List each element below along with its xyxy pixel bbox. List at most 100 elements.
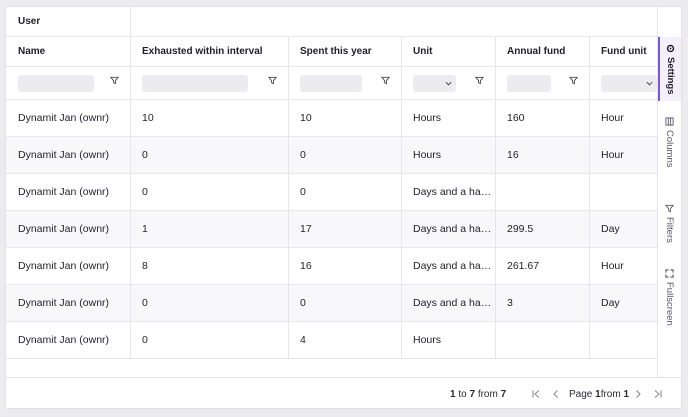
side-tab-columns-label: Columns — [664, 129, 675, 168]
cell-annual: 261.67 — [507, 260, 540, 272]
cell-annual — [495, 174, 589, 210]
cell-name: Dynamit Jan (ownr) — [18, 112, 110, 124]
filter-icon — [568, 76, 579, 85]
column-header-fund_unit[interactable]: Fund unit — [589, 37, 659, 66]
data-grid-panel: User Name Exhausted within interval Spent … — [5, 6, 682, 409]
column-header-unit[interactable]: Unit — [401, 37, 495, 66]
next-page-button[interactable] — [632, 388, 644, 400]
cell-exhausted: 10 — [142, 112, 154, 124]
column-header-spent[interactable]: Spent this year — [288, 37, 401, 66]
filter-input-name[interactable] — [18, 75, 94, 92]
table-row[interactable]: Dynamit Jan (ownr) 0 0 Days and a ha… — [6, 174, 659, 211]
cell-name: Dynamit Jan (ownr) — [18, 223, 110, 235]
cell-annual: 299.5 — [507, 223, 534, 235]
table-row[interactable]: Dynamit Jan (ownr) 8 16 Days and a ha… 261.6… — [6, 248, 659, 285]
filter-button-spent[interactable] — [380, 76, 391, 88]
cell-exhausted: 0 — [142, 334, 148, 346]
range-from: 1 — [450, 389, 456, 400]
range-to-word: to — [458, 389, 467, 400]
table-row[interactable]: Dynamit Jan (ownr) 10 10 Hours 160 Hour — [6, 100, 659, 137]
chevron-right-icon — [636, 390, 641, 398]
chevron-down-icon — [646, 81, 653, 86]
range-from-word: from — [477, 389, 498, 400]
filter-icon — [665, 204, 674, 212]
cell-name: Dynamit Jan (ownr) — [18, 186, 110, 198]
cell-spent: 17 — [300, 223, 312, 235]
cell-fund_unit: Hour — [601, 112, 624, 124]
cell-annual: 3 — [507, 297, 513, 309]
cell-fund_unit: Hour — [601, 149, 624, 161]
cell-name: Dynamit Jan (ownr) — [18, 297, 110, 309]
side-tab-settings[interactable]: Settings — [658, 37, 681, 101]
table-row[interactable]: Dynamit Jan (ownr) 1 17 Days and a ha… 299.5… — [6, 211, 659, 248]
cell-fund_unit — [589, 322, 659, 358]
page-indicator: Page 1from 1 — [569, 389, 629, 400]
cell-unit: Hours — [413, 149, 442, 161]
cell-annual: 16 — [507, 149, 519, 161]
filter-button-unit[interactable] — [474, 76, 485, 88]
filter-icon — [380, 76, 391, 85]
cell-unit: Days and a ha… — [413, 260, 492, 272]
column-header-annual[interactable]: Annual fund — [495, 37, 589, 66]
range-total: 7 — [500, 389, 507, 400]
filter-select-unit[interactable] — [413, 75, 456, 92]
row-range-summary: 1 to 7 from 7 — [450, 389, 506, 400]
cell-exhausted: 0 — [142, 149, 148, 161]
cell-exhausted: 8 — [142, 260, 148, 272]
cell-unit: Days and a ha… — [413, 297, 492, 309]
table-row[interactable]: Dynamit Jan (ownr) 0 0 Days and a ha… 3 Day — [6, 285, 659, 322]
cell-annual — [495, 322, 589, 358]
chevron-down-icon — [445, 81, 452, 86]
side-tab-fullscreen[interactable]: Fullscreen — [658, 262, 681, 332]
filter-input-spent[interactable] — [300, 75, 362, 92]
cell-unit: Days and a ha… — [413, 223, 492, 235]
chevron-left-icon — [553, 390, 558, 398]
cell-fund_unit: Day — [601, 297, 620, 309]
pagination-bar: 1 to 7 from 7 Page 1from 1 — [6, 377, 681, 408]
cell-fund_unit: Day — [601, 223, 620, 235]
column-header-exhausted[interactable]: Exhausted within interval — [130, 37, 288, 66]
side-tab-filters-label: Filters — [664, 216, 675, 243]
cell-name: Dynamit Jan (ownr) — [18, 260, 110, 272]
filter-select-fund_unit[interactable] — [601, 75, 657, 92]
cell-unit: Hours — [413, 334, 442, 346]
column-header-row: Name Exhausted within interval Spent this … — [6, 37, 659, 67]
columns-icon — [665, 117, 674, 126]
cell-spent: 4 — [300, 334, 306, 346]
filter-icon — [109, 76, 120, 85]
filter-input-annual[interactable] — [507, 75, 551, 92]
first-page-button[interactable] — [530, 388, 542, 400]
first-page-icon — [532, 390, 540, 398]
cell-spent: 16 — [300, 260, 312, 272]
cell-exhausted: 0 — [142, 297, 148, 309]
side-tab-fullscreen-label: Fullscreen — [664, 281, 675, 326]
cell-spent: 0 — [300, 297, 306, 309]
page-word: Page — [569, 389, 593, 400]
group-header-user: User — [18, 16, 41, 27]
column-header-name[interactable]: Name — [6, 37, 130, 66]
cell-annual: 160 — [507, 112, 525, 124]
range-to: 7 — [469, 389, 476, 400]
cell-name: Dynamit Jan (ownr) — [18, 149, 110, 161]
table-row[interactable]: Dynamit Jan (ownr) 0 4 Hours — [6, 322, 659, 359]
cell-spent: 10 — [300, 112, 312, 124]
filter-input-exhausted[interactable] — [142, 75, 248, 92]
cell-unit: Days and a ha… — [413, 186, 492, 198]
filter-button-exhausted[interactable] — [267, 76, 278, 88]
cell-spent: 0 — [300, 186, 306, 198]
page-from-word: from — [600, 389, 621, 400]
filter-icon — [267, 76, 278, 85]
table-row[interactable]: Dynamit Jan (ownr) 0 0 Hours 16 Hour — [6, 137, 659, 174]
cell-spent: 0 — [300, 149, 306, 161]
filter-button-name[interactable] — [109, 76, 120, 88]
cell-exhausted: 0 — [142, 186, 148, 198]
prev-page-button[interactable] — [550, 388, 562, 400]
cell-unit: Hours — [413, 112, 442, 124]
cell-name: Dynamit Jan (ownr) — [18, 334, 110, 346]
cell-fund_unit: Hour — [601, 260, 624, 272]
filter-button-annual[interactable] — [568, 76, 579, 88]
side-tab-columns[interactable]: Columns — [658, 110, 681, 174]
side-tab-filters[interactable]: Filters — [658, 197, 681, 249]
filter-row — [6, 67, 659, 100]
last-page-button[interactable] — [652, 388, 664, 400]
